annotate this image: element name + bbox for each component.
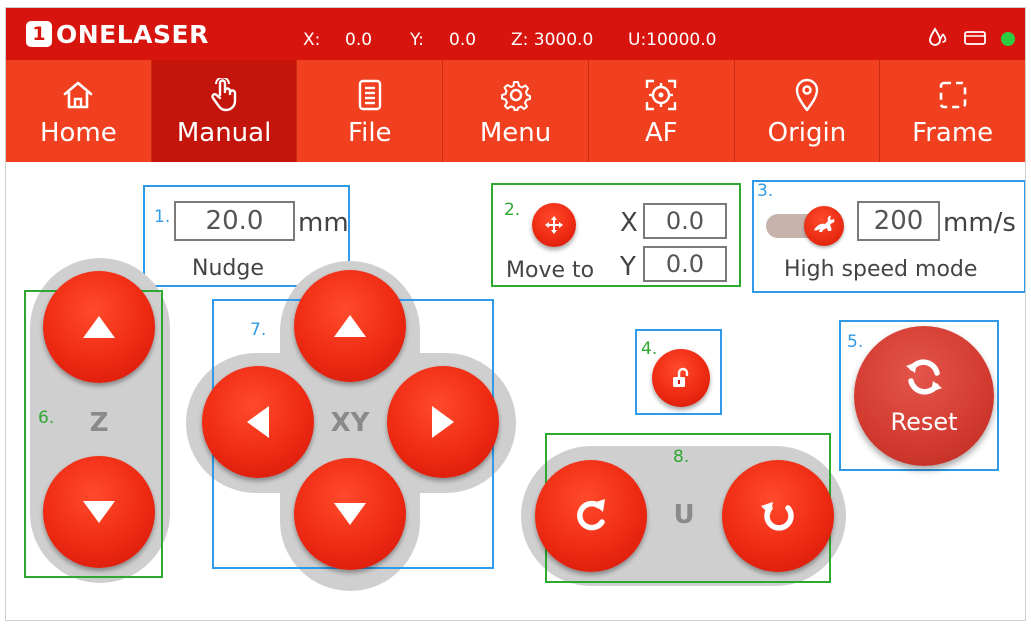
z-up-button[interactable]	[43, 271, 155, 383]
u-rotate-clockwise-button[interactable]	[535, 460, 647, 572]
annotation-number-1: 1.	[154, 207, 171, 227]
tab-origin-label: Origin	[767, 118, 847, 148]
x-coord-value: 0.0	[345, 30, 373, 50]
rabbit-icon	[811, 213, 837, 239]
reset-button[interactable]: Reset	[854, 326, 994, 466]
annotation-number-3: 3.	[757, 181, 774, 201]
hand-pointer-icon	[209, 78, 239, 112]
tab-menu[interactable]: Menu	[443, 60, 589, 162]
u-coord-readout: U:10000.0	[628, 30, 717, 50]
move-to-label: Move to	[506, 258, 595, 283]
move-to-button[interactable]	[532, 203, 576, 247]
arrow-down-icon	[81, 499, 117, 525]
nudge-input[interactable]	[174, 201, 295, 241]
nudge-unit: mm	[298, 208, 349, 238]
location-pin-icon	[793, 78, 821, 112]
app-window: 1 ONELASER X: 0.0 Y: 0.0 Z: 3000.0 U:100…	[5, 7, 1026, 621]
status-bar: 1 ONELASER X: 0.0 Y: 0.0 Z: 3000.0 U:100…	[6, 8, 1025, 60]
arrow-right-icon	[430, 404, 456, 440]
speed-unit: mm/s	[943, 208, 1016, 238]
annotation-number-6: 6.	[38, 408, 55, 428]
u-rotate-counterclockwise-button[interactable]	[722, 460, 834, 572]
dashed-frame-icon	[937, 78, 969, 112]
annotation-number-5: 5.	[847, 332, 864, 352]
tab-menu-label: Menu	[479, 118, 552, 148]
unlock-button[interactable]	[652, 349, 710, 407]
tab-frame-label: Frame	[912, 118, 994, 148]
tab-manual-label: Manual	[176, 118, 272, 148]
move-to-x-label: X	[620, 208, 638, 238]
status-icons	[927, 26, 1015, 52]
annotation-number-8: 8.	[673, 447, 690, 467]
move-to-y-label: Y	[620, 252, 636, 282]
nudge-label: Nudge	[192, 256, 264, 281]
annotation-number-2: 2.	[504, 200, 521, 220]
tab-file[interactable]: File	[297, 60, 444, 162]
rotate-counterclockwise-icon	[758, 496, 798, 536]
y-coord-label: Y:	[410, 30, 424, 50]
reset-label: Reset	[890, 408, 958, 436]
speed-input[interactable]	[857, 201, 940, 241]
annotation-number-4: 4.	[641, 339, 658, 359]
arrow-up-icon	[332, 313, 368, 339]
tab-home-label: Home	[39, 118, 117, 148]
toggle-knob	[804, 206, 844, 246]
xy-pad-label: XY	[330, 408, 370, 438]
z-down-button[interactable]	[43, 456, 155, 568]
tab-file-label: File	[348, 118, 392, 148]
move-arrows-icon	[542, 213, 566, 237]
tab-origin[interactable]: Origin	[735, 60, 881, 162]
logo-mark: 1	[26, 21, 52, 47]
arrow-left-icon	[245, 404, 271, 440]
logo-text: ONELASER	[56, 19, 209, 49]
main-toolbar: Home Manual File Menu AF Origin Frame	[6, 60, 1025, 162]
x-right-button[interactable]	[387, 366, 499, 478]
online-dot-icon	[1001, 32, 1015, 46]
file-list-icon	[356, 78, 384, 112]
tab-af[interactable]: AF	[589, 60, 735, 162]
move-to-x-input[interactable]	[643, 203, 727, 239]
water-drop-icon	[927, 26, 949, 52]
unlock-icon	[670, 367, 692, 389]
y-coord-value: 0.0	[449, 30, 477, 50]
high-speed-toggle[interactable]	[766, 206, 846, 246]
y-up-button[interactable]	[294, 270, 406, 382]
z-pad-label: Z	[89, 408, 109, 438]
arrow-up-icon	[81, 314, 117, 340]
rotate-clockwise-icon	[571, 496, 611, 536]
annotation-number-7: 7.	[250, 320, 267, 340]
gear-icon	[500, 78, 532, 112]
x-coord-label: X:	[303, 30, 321, 50]
home-icon	[62, 78, 94, 112]
tab-af-label: AF	[644, 118, 678, 148]
autofocus-icon	[644, 78, 678, 112]
high-speed-label: High speed mode	[784, 257, 978, 282]
arrow-down-icon	[332, 501, 368, 527]
x-left-button[interactable]	[202, 366, 314, 478]
card-icon	[963, 28, 987, 50]
tab-frame[interactable]: Frame	[880, 60, 1025, 162]
refresh-icon	[903, 356, 945, 402]
tab-home[interactable]: Home	[6, 60, 152, 162]
z-coord-readout: Z: 3000.0	[511, 30, 594, 50]
tab-manual[interactable]: Manual	[151, 60, 298, 162]
u-pad-label: U	[673, 500, 695, 530]
brand-logo: 1 ONELASER	[26, 19, 209, 49]
y-down-button[interactable]	[294, 458, 406, 570]
move-to-y-input[interactable]	[643, 246, 727, 282]
